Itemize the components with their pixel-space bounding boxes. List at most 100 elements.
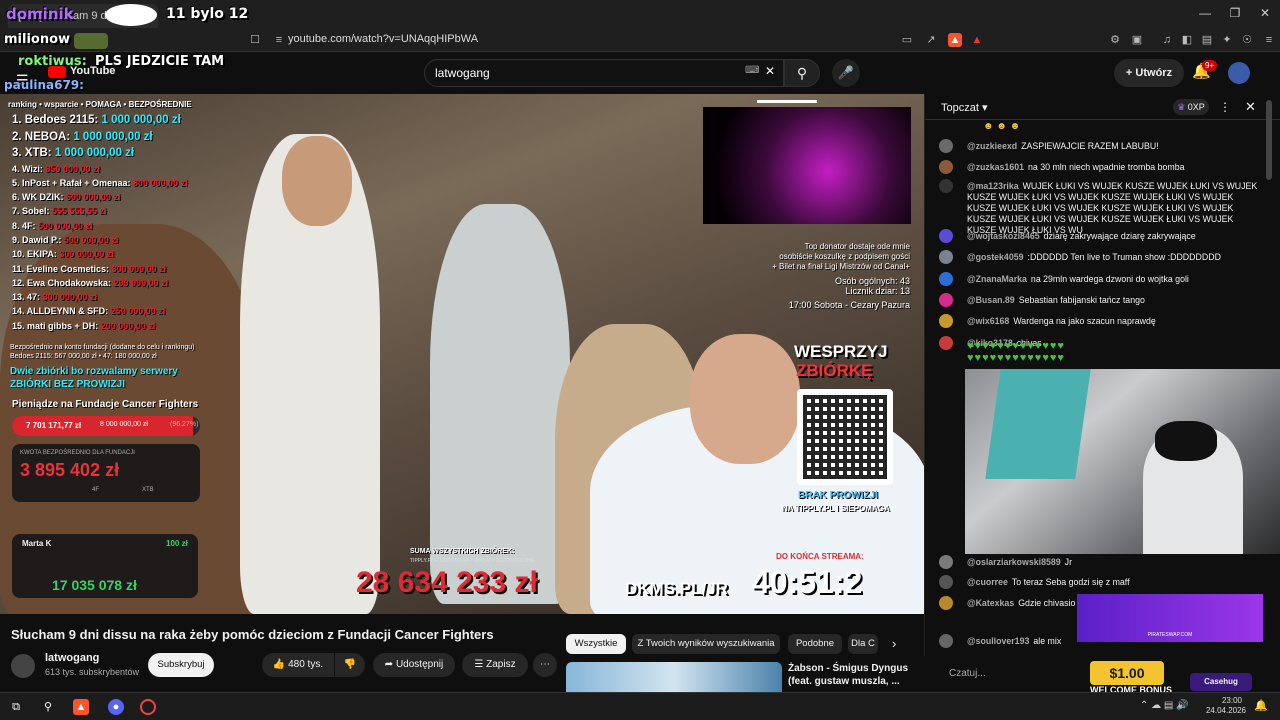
chat-author-avatar[interactable] xyxy=(939,634,953,648)
chat-author-name[interactable]: @zuzkieexd xyxy=(967,141,1017,151)
like-button[interactable]: 👍 480 tys. xyxy=(262,653,334,677)
video-person-face xyxy=(690,334,800,464)
bookmark-icon[interactable]: ☐ xyxy=(248,33,262,47)
chat-author-name[interactable]: @wix6168 xyxy=(967,316,1009,326)
site-info-icon[interactable]: ≡ xyxy=(272,33,286,47)
chip-from-search[interactable]: Z Twoich wyników wyszukiwania xyxy=(632,634,780,654)
share-button[interactable]: ➦ Udostępnij xyxy=(373,653,455,677)
chips-next-icon[interactable]: › xyxy=(892,636,896,651)
youtube-logo-text[interactable]: YouTube xyxy=(70,65,115,77)
keyboard-icon[interactable]: ⌨ xyxy=(745,65,759,76)
chat-author-avatar[interactable] xyxy=(939,575,953,589)
vpn-icon[interactable]: ☉ xyxy=(1240,33,1254,47)
chat-message-body: @oslarziarkowski8589 Jr xyxy=(967,557,1259,568)
chat-author-name[interactable]: @Katexkas xyxy=(967,598,1014,608)
chat-author-avatar[interactable] xyxy=(939,229,953,243)
ranking-entry-amount: 500 000,00 zł xyxy=(63,234,119,245)
ad-banner-image[interactable]: PIRATESWAP.COM xyxy=(1077,594,1263,642)
channel-avatar[interactable] xyxy=(11,654,35,678)
voice-search-button[interactable]: 🎤 xyxy=(832,59,860,87)
brave-browser-icon[interactable]: ▲ xyxy=(73,699,89,715)
overlay-emote xyxy=(105,4,157,26)
recommended-thumbnail[interactable] xyxy=(566,662,782,692)
recommended-subtitle[interactable]: (feat. gustaw muszla, ... xyxy=(788,676,900,687)
tattoo-count: Licznik dziar: 13 xyxy=(845,286,910,296)
ranking-entry: 3. XTB: 1 000 000,00 zł xyxy=(12,147,188,164)
sidebar-icon[interactable]: ◧ xyxy=(1180,33,1194,47)
start-menu-icon[interactable]: ⧉ xyxy=(8,699,24,715)
clear-search-icon[interactable]: ✕ xyxy=(765,64,775,78)
subscribe-button[interactable]: Subskrybuj xyxy=(148,653,214,677)
url-field[interactable]: youtube.com/watch?v=UNAqqHIPbWA xyxy=(288,33,478,45)
chip-for-channel[interactable]: Dla C xyxy=(848,634,878,654)
chat-message-body: @zuzkieexd ZASPIEWAJCIE RAZEM LABUBU! xyxy=(967,141,1259,152)
close-window-icon[interactable]: ✕ xyxy=(1250,6,1280,20)
prize-caption: Top donator dostaje ode mnie osobiście k… xyxy=(742,242,910,310)
video-player[interactable]: ranking • wsparcie • POMAGA • BEZPOŚREDN… xyxy=(0,94,924,614)
ranking-entry-amount: 299 999,00 zł xyxy=(113,277,169,288)
channel-name[interactable]: latwogang xyxy=(45,652,99,664)
taskbar-search-icon[interactable]: ⚲ xyxy=(40,699,56,715)
wallet-icon[interactable]: ▤ xyxy=(1200,33,1214,47)
chat-author-name[interactable]: @soullover193 xyxy=(967,636,1029,646)
chat-author-avatar[interactable] xyxy=(939,293,953,307)
chat-author-name[interactable]: @cuorree xyxy=(967,577,1008,587)
minimize-icon[interactable]: — xyxy=(1190,6,1220,20)
chat-author-name[interactable]: @ma123rika xyxy=(967,181,1019,191)
chat-scrollbar[interactable] xyxy=(1266,100,1272,180)
more-actions-button[interactable]: ⋯ xyxy=(533,653,557,677)
menu-icon[interactable]: ≡ xyxy=(1262,33,1276,47)
chat-author-name[interactable]: @gostek4059 xyxy=(967,252,1024,262)
chat-author-avatar[interactable] xyxy=(939,160,953,174)
extensions-icon[interactable]: ⚙ xyxy=(1108,33,1122,47)
share-icon[interactable]: ↗ xyxy=(924,33,938,47)
chat-author-name[interactable]: @Busan.89 xyxy=(967,295,1015,305)
tray-icons[interactable]: ⌃ ☁ ▤ 🔊 xyxy=(1140,700,1189,711)
account-avatar[interactable] xyxy=(1228,62,1250,84)
total-sum-amount: 28 634 233 zł xyxy=(356,566,538,599)
chat-author-avatar[interactable] xyxy=(939,314,953,328)
chip-all[interactable]: Wszystkie xyxy=(566,634,626,654)
screenshot-icon[interactable]: ▣ xyxy=(1130,33,1144,47)
discord-icon[interactable]: ● xyxy=(108,699,124,715)
create-button[interactable]: + Utwórz xyxy=(1114,59,1184,87)
chat-author-avatar[interactable] xyxy=(939,272,953,286)
media-icon[interactable]: ♫ xyxy=(1160,33,1174,47)
save-button[interactable]: ☰ Zapisz xyxy=(462,653,528,677)
microphone-icon: 🎤 xyxy=(837,65,855,80)
share-label: Udostępnij xyxy=(395,659,444,670)
notification-center-icon[interactable]: 🔔 xyxy=(1254,699,1268,712)
search-button[interactable]: ⚲ xyxy=(784,59,820,87)
chat-author-avatar[interactable] xyxy=(939,555,953,569)
chat-author-avatar[interactable] xyxy=(939,596,953,610)
brave-rewards-icon[interactable]: ▲ xyxy=(970,33,984,47)
chat-author-avatar[interactable] xyxy=(939,179,953,193)
windows-taskbar: ⧉ ⚲ ▲ ● ⌃ ☁ ▤ 🔊 23:00 24.04.2026 🔔 xyxy=(0,692,1280,720)
leo-ai-icon[interactable]: ✦ xyxy=(1220,33,1234,47)
address-bar-row: milionow ☐ ≡ youtube.com/watch?v=UNAqqHI… xyxy=(0,30,1280,52)
donation-qr-code xyxy=(797,389,893,485)
dislike-button[interactable]: 👎 xyxy=(335,653,365,677)
cast-icon[interactable]: ▭ xyxy=(900,33,914,47)
recommended-title[interactable]: Żabson - Śmigus Dyngus xyxy=(788,663,908,674)
search-input[interactable]: latwogang ⌨ ✕ xyxy=(424,59,784,87)
chat-author-name[interactable]: @oslarziarkowski8589 xyxy=(967,557,1061,567)
chat-author-avatar[interactable] xyxy=(939,139,953,153)
chip-related[interactable]: Podobne xyxy=(788,634,842,654)
brave-shield-icon[interactable]: ▲ xyxy=(948,33,962,47)
timer-label: DO KOŃCA STREAMA: xyxy=(776,552,864,561)
casino-ad-overlay[interactable]: $1.00 WELCOME BONUS Casehug xyxy=(1050,655,1260,695)
ranking-entry-amount: 800 000,00 zł xyxy=(133,177,188,188)
chat-author-name[interactable]: @zuzkas1601 xyxy=(967,162,1024,172)
restore-icon[interactable]: ❐ xyxy=(1220,6,1250,20)
chat-author-name[interactable]: @ZnanaMarka xyxy=(967,274,1027,284)
streamer-webcam-overlay xyxy=(965,369,1280,554)
chat-author-name[interactable]: @wojtaskozi8465 xyxy=(967,231,1040,241)
chat-input[interactable]: Czatuj... xyxy=(949,668,986,679)
chat-message-body: @zuzkas1601 na 30 mln niech wpadnie tromb… xyxy=(967,162,1259,173)
chat-author-avatar[interactable] xyxy=(939,250,953,264)
obs-icon[interactable] xyxy=(140,699,156,715)
chat-author-avatar[interactable] xyxy=(939,336,953,350)
youtube-logo-icon[interactable] xyxy=(48,66,66,78)
schedule-line: 17:00 Sobota - Cezary Pazura xyxy=(788,300,910,310)
